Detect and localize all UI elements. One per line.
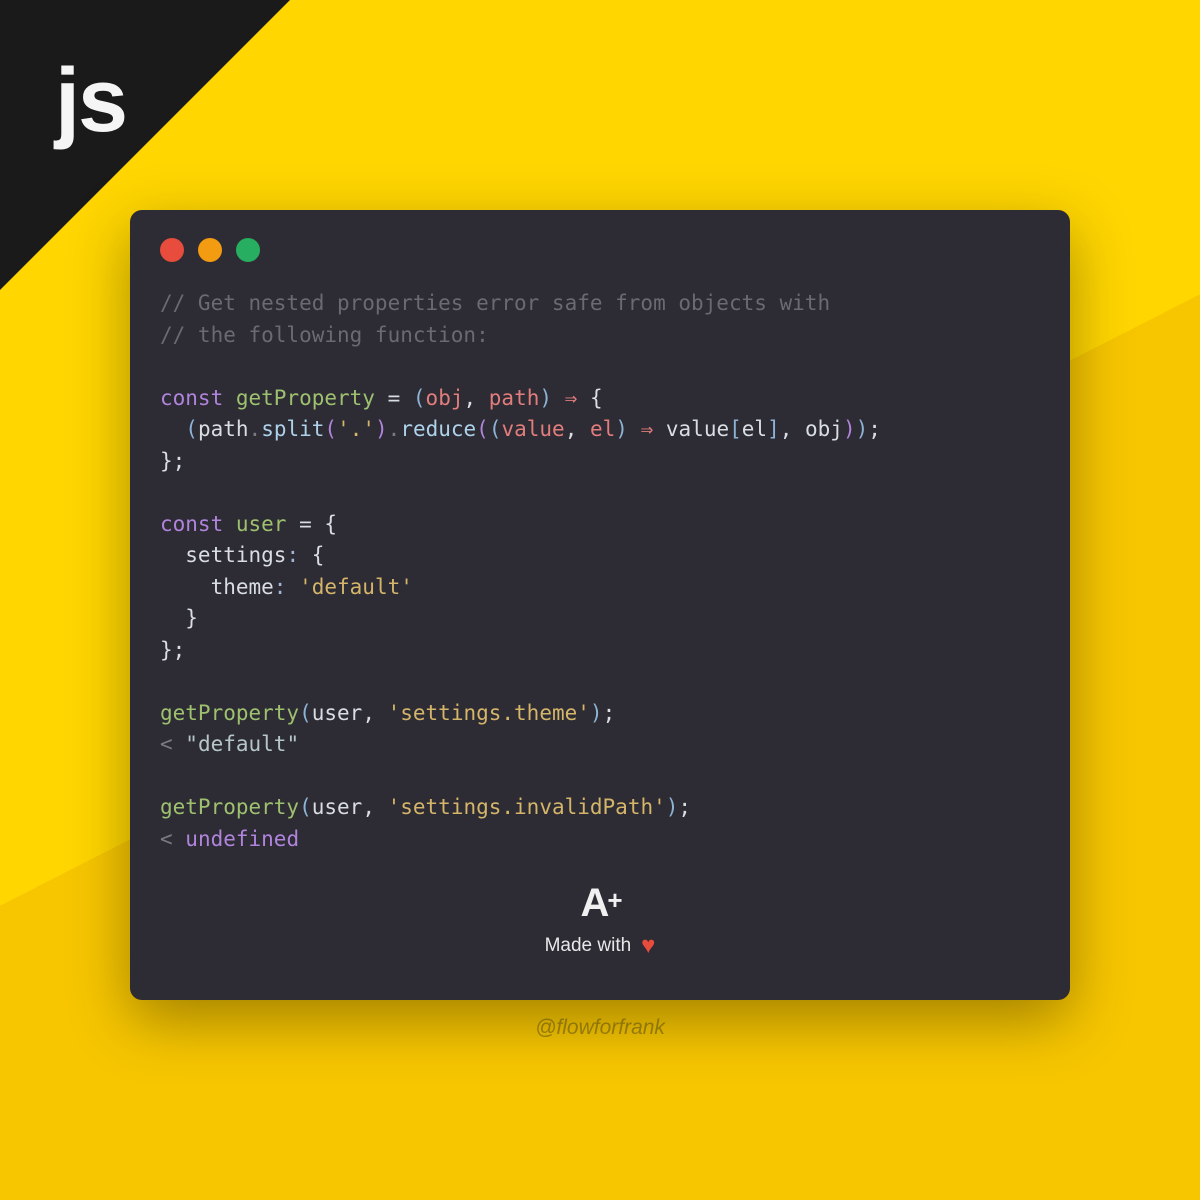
code-token: = { bbox=[286, 512, 337, 536]
code-block: // Get nested properties error safe from… bbox=[160, 288, 1040, 855]
code-paren: ( bbox=[299, 795, 312, 819]
code-function-name: getProperty bbox=[236, 386, 375, 410]
code-string: '.' bbox=[337, 417, 375, 441]
code-token: , bbox=[780, 417, 805, 441]
code-identifier: user bbox=[236, 512, 287, 536]
footer-badge: A+ Made with ♥ bbox=[545, 881, 656, 960]
made-with-text: Made with ♥ bbox=[545, 932, 656, 960]
code-identifier: user bbox=[312, 795, 363, 819]
code-comment: // Get nested properties error safe from… bbox=[160, 291, 830, 315]
code-property: settings bbox=[160, 543, 286, 567]
language-badge: js bbox=[55, 50, 126, 153]
code-keyword: const bbox=[160, 386, 223, 410]
code-paren: ( bbox=[324, 417, 337, 441]
code-param: path bbox=[489, 386, 540, 410]
maximize-icon[interactable] bbox=[236, 238, 260, 262]
code-paren: ) bbox=[843, 417, 856, 441]
minimize-icon[interactable] bbox=[198, 238, 222, 262]
code-comment: // the following function: bbox=[160, 323, 489, 347]
code-paren: ) bbox=[856, 417, 869, 441]
code-brace: }; bbox=[160, 638, 185, 662]
code-brace: } bbox=[160, 606, 198, 630]
code-param: el bbox=[590, 417, 615, 441]
code-method: reduce bbox=[400, 417, 476, 441]
social-handle: @flowforfrank bbox=[535, 1016, 665, 1040]
code-output-caret: < bbox=[160, 827, 185, 851]
code-identifier: path bbox=[198, 417, 249, 441]
code-string: 'default' bbox=[299, 575, 413, 599]
code-identifier: el bbox=[742, 417, 767, 441]
code-param: value bbox=[501, 417, 564, 441]
code-dot: . bbox=[388, 417, 401, 441]
code-string: 'settings.theme' bbox=[388, 701, 590, 725]
code-property: theme bbox=[160, 575, 274, 599]
code-semicolon: ; bbox=[603, 701, 616, 725]
code-paren: ) bbox=[375, 417, 388, 441]
brand-logo: A+ bbox=[545, 881, 656, 926]
logo-letter: A bbox=[580, 881, 606, 926]
code-paren: ) bbox=[615, 417, 628, 441]
code-keyword: const bbox=[160, 512, 223, 536]
code-identifier: value bbox=[666, 417, 729, 441]
code-bracket: ] bbox=[767, 417, 780, 441]
code-param: obj bbox=[426, 386, 464, 410]
code-arrow: ⇒ bbox=[628, 417, 666, 441]
code-arrow: ⇒ bbox=[552, 386, 590, 410]
code-brace: { bbox=[312, 543, 325, 567]
code-method: split bbox=[261, 417, 324, 441]
code-token: , bbox=[565, 417, 590, 441]
code-token: = bbox=[375, 386, 413, 410]
close-icon[interactable] bbox=[160, 238, 184, 262]
code-paren: ( bbox=[413, 386, 426, 410]
code-colon: : bbox=[274, 575, 299, 599]
code-token: , bbox=[362, 795, 387, 819]
code-brace: { bbox=[590, 386, 603, 410]
code-bracket: [ bbox=[729, 417, 742, 441]
code-colon: : bbox=[286, 543, 311, 567]
code-identifier: user bbox=[312, 701, 363, 725]
code-function-call: getProperty bbox=[160, 701, 299, 725]
code-paren: ( bbox=[489, 417, 502, 441]
heart-icon: ♥ bbox=[641, 932, 655, 960]
code-dot: . bbox=[249, 417, 262, 441]
code-token: , bbox=[362, 701, 387, 725]
code-paren: ( bbox=[185, 417, 198, 441]
code-paren: ) bbox=[590, 701, 603, 725]
code-semicolon: ; bbox=[868, 417, 881, 441]
code-token: , bbox=[463, 386, 488, 410]
code-editor-window: // Get nested properties error safe from… bbox=[130, 210, 1070, 1000]
code-semicolon: ; bbox=[678, 795, 691, 819]
code-identifier: obj bbox=[805, 417, 843, 441]
logo-plus: + bbox=[607, 885, 619, 916]
code-string: 'settings.invalidPath' bbox=[388, 795, 666, 819]
code-paren: ) bbox=[539, 386, 552, 410]
code-function-call: getProperty bbox=[160, 795, 299, 819]
code-paren: ) bbox=[666, 795, 679, 819]
code-brace: }; bbox=[160, 449, 185, 473]
code-output: undefined bbox=[185, 827, 299, 851]
code-indent bbox=[160, 417, 185, 441]
code-output: "default" bbox=[185, 732, 299, 756]
code-paren: ( bbox=[299, 701, 312, 725]
window-controls bbox=[160, 238, 1040, 262]
made-with-label: Made with bbox=[545, 935, 632, 957]
code-paren: ( bbox=[476, 417, 489, 441]
code-output-caret: < bbox=[160, 732, 185, 756]
